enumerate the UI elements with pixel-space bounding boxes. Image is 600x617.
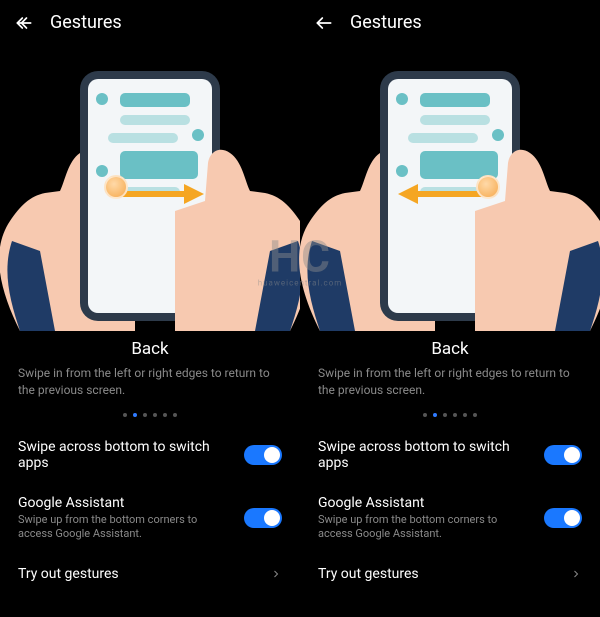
setting-label: Swipe across bottom to switch apps	[318, 439, 534, 471]
page-title: Gestures	[350, 12, 422, 33]
setting-label: Google Assistant	[318, 495, 534, 511]
back-icon[interactable]	[14, 13, 34, 33]
setting-google-assistant[interactable]: Google Assistant Swipe up from the botto…	[0, 483, 300, 555]
dot	[173, 413, 177, 417]
setting-try-out-gestures[interactable]: Try out gestures	[300, 554, 600, 594]
setting-label-wrap: Swipe across bottom to switch apps	[18, 439, 244, 471]
dot	[153, 413, 157, 417]
chevron-right-icon	[270, 568, 282, 580]
setting-switch-apps[interactable]: Swipe across bottom to switch apps	[0, 427, 300, 483]
settings-panel-left: Gestures	[0, 0, 300, 617]
dot	[443, 413, 447, 417]
page-indicator	[0, 413, 300, 417]
dot-active	[433, 413, 437, 417]
dot	[143, 413, 147, 417]
setting-label: Google Assistant	[18, 495, 234, 511]
toggle-google-assistant[interactable]	[244, 508, 282, 528]
toggle-google-assistant[interactable]	[544, 508, 582, 528]
dot	[163, 413, 167, 417]
dot	[453, 413, 457, 417]
gesture-description: Swipe in from the left or right edges to…	[300, 359, 600, 399]
setting-label: Try out gestures	[318, 566, 560, 582]
toggle-switch-apps[interactable]	[244, 445, 282, 465]
setting-label-wrap: Try out gestures	[18, 566, 270, 582]
dot	[123, 413, 127, 417]
setting-label-wrap: Swipe across bottom to switch apps	[318, 439, 544, 471]
setting-sublabel: Swipe up from the bottom corners to acce…	[318, 513, 534, 543]
setting-sublabel: Swipe up from the bottom corners to acce…	[18, 513, 234, 543]
setting-label-wrap: Google Assistant Swipe up from the botto…	[318, 495, 544, 543]
page-title: Gestures	[50, 12, 122, 33]
chevron-right-icon	[570, 568, 582, 580]
settings-panel-right: Gestures	[300, 0, 600, 617]
page-indicator	[300, 413, 600, 417]
hand-illustration	[110, 141, 320, 331]
dot-active	[133, 413, 137, 417]
setting-label-wrap: Try out gestures	[318, 566, 570, 582]
hand-illustration	[410, 141, 600, 331]
setting-try-out-gestures[interactable]: Try out gestures	[0, 554, 300, 594]
back-icon[interactable]	[314, 13, 334, 33]
setting-switch-apps[interactable]: Swipe across bottom to switch apps	[300, 427, 600, 483]
setting-label: Swipe across bottom to switch apps	[18, 439, 234, 471]
header: Gestures	[0, 0, 300, 41]
setting-label: Try out gestures	[18, 566, 260, 582]
header: Gestures	[300, 0, 600, 41]
gesture-illustration	[0, 41, 300, 321]
gesture-illustration	[300, 41, 600, 321]
gesture-title: Back	[0, 339, 300, 359]
dot	[473, 413, 477, 417]
toggle-switch-apps[interactable]	[544, 445, 582, 465]
dot	[423, 413, 427, 417]
setting-google-assistant[interactable]: Google Assistant Swipe up from the botto…	[300, 483, 600, 555]
setting-label-wrap: Google Assistant Swipe up from the botto…	[18, 495, 244, 543]
gesture-title: Back	[300, 339, 600, 359]
gesture-description: Swipe in from the left or right edges to…	[0, 359, 300, 399]
dot	[463, 413, 467, 417]
